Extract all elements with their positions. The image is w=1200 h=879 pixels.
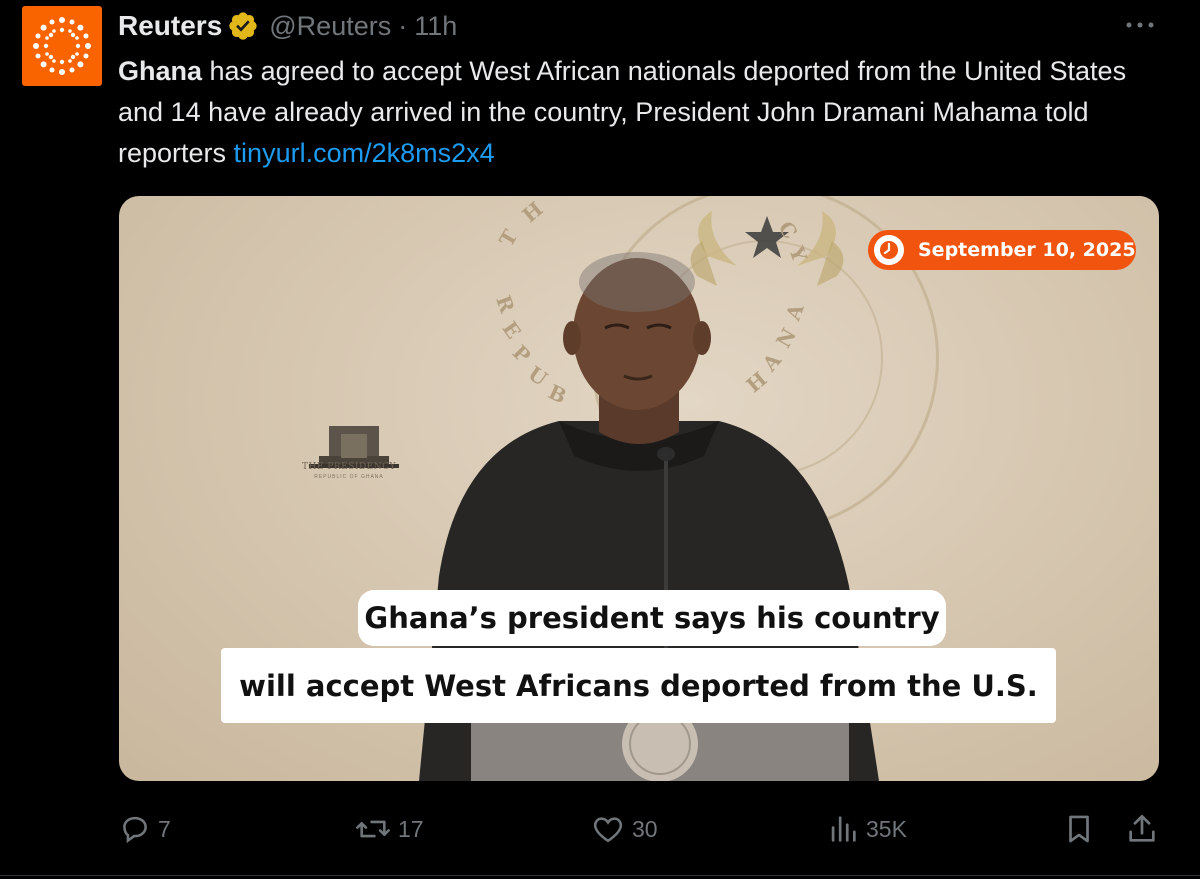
tweet-actions-bar: 7 17 30 35K xyxy=(0,804,1200,854)
tweet-text-bold: Ghana xyxy=(118,56,203,86)
reply-button[interactable]: 7 xyxy=(118,804,171,854)
repost-icon xyxy=(356,820,390,838)
like-button[interactable]: 30 xyxy=(590,804,658,854)
tweet-header: Reuters @Reuters · 11h xyxy=(118,6,457,46)
caption-line-1: Ghana’s president says his country xyxy=(358,590,946,646)
reply-icon xyxy=(123,816,147,844)
reuters-logo-icon xyxy=(33,17,91,75)
views-button[interactable]: 35K xyxy=(826,804,907,854)
clock-icon xyxy=(874,235,904,265)
repost-button[interactable]: 17 xyxy=(354,804,424,854)
share-button[interactable] xyxy=(1125,804,1159,854)
presidency-logo-text: THE PRESIDENCY xyxy=(302,462,396,472)
divider xyxy=(0,875,1200,876)
author-handle[interactable]: @Reuters xyxy=(269,11,391,42)
like-icon xyxy=(593,817,623,843)
date-badge: September 10, 2025 xyxy=(868,230,1136,270)
gold-verified-badge-icon[interactable] xyxy=(227,10,259,42)
tweet-link[interactable]: tinyurl.com/2k8ms2x4 xyxy=(234,138,495,168)
reply-count: 7 xyxy=(158,815,171,842)
tweet-timestamp[interactable]: 11h xyxy=(414,11,457,42)
author-display-name[interactable]: Reuters xyxy=(118,10,222,42)
share-icon xyxy=(1129,814,1155,842)
views-icon xyxy=(831,816,856,842)
bookmark-icon xyxy=(1069,815,1089,843)
tweet-text: Ghana has agreed to accept West African … xyxy=(118,51,1148,174)
caption-line-2: will accept West Africans deported from … xyxy=(221,648,1056,723)
separator-dot: · xyxy=(398,10,408,41)
repost-count: 17 xyxy=(398,815,424,842)
caption-line-1-text: Ghana’s president says his country xyxy=(364,601,940,635)
views-count: 35K xyxy=(866,815,907,842)
date-badge-label: September 10, 2025 xyxy=(918,239,1136,261)
more-options-icon[interactable] xyxy=(1120,10,1160,40)
presidency-logo-subtext: REPUBLIC OF GHANA xyxy=(314,474,384,480)
author-avatar[interactable] xyxy=(22,6,102,86)
caption-line-2-text: will accept West Africans deported from … xyxy=(239,668,1038,703)
like-count: 30 xyxy=(632,815,658,842)
bookmark-button[interactable] xyxy=(1062,804,1096,854)
tweet-card[interactable]: Reuters @Reuters · 11h Ghana has agreed … xyxy=(0,0,1200,879)
